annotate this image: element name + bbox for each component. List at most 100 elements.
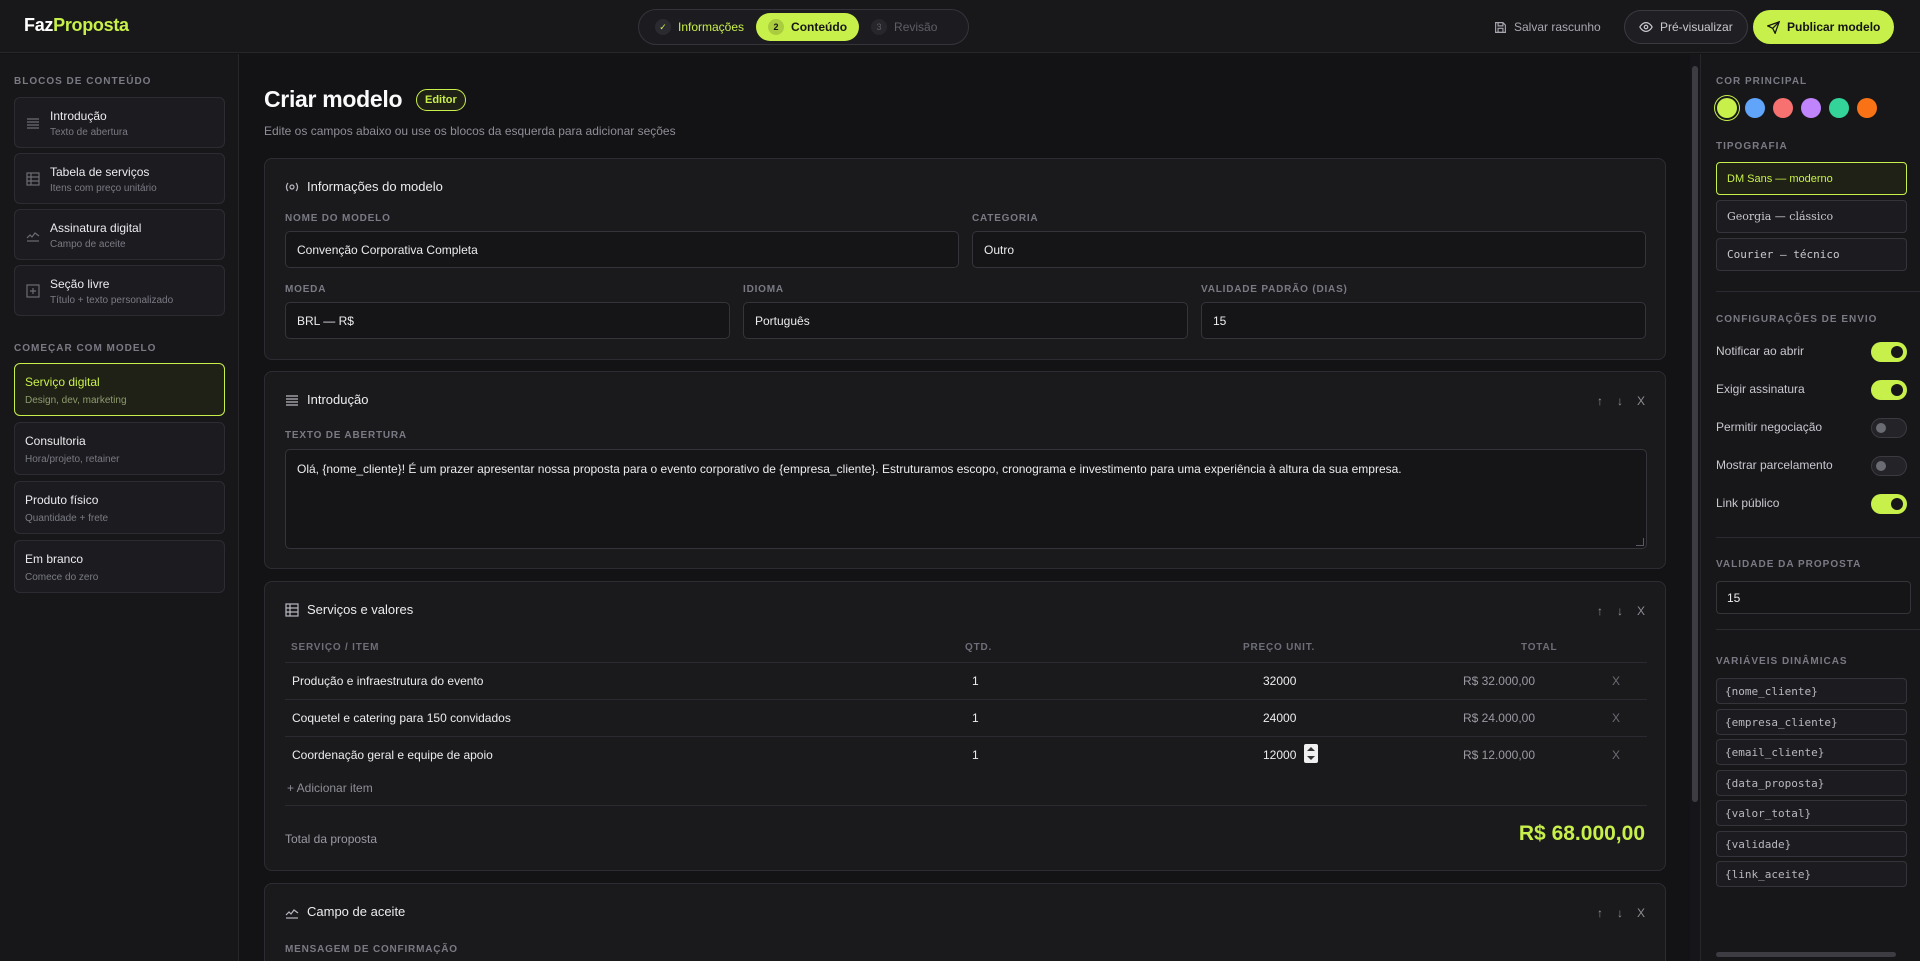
table-row: Coquetel e catering para 150 convidados … xyxy=(285,699,1647,736)
show-installments-toggle[interactable] xyxy=(1871,456,1907,476)
publish-button[interactable]: Publicar modelo xyxy=(1753,10,1895,44)
block-introducao[interactable]: Introdução Texto de abertura xyxy=(14,97,225,148)
move-down-button[interactable]: ↓ xyxy=(1617,394,1623,408)
row-total: R$ 12.000,00 xyxy=(1462,748,1535,762)
move-down-button[interactable]: ↓ xyxy=(1617,906,1623,920)
lines-icon xyxy=(285,393,299,407)
color-swatch-red[interactable] xyxy=(1773,98,1793,118)
remove-row-button[interactable]: X xyxy=(1612,711,1620,725)
language-select[interactable]: Português xyxy=(743,302,1188,339)
block-secao-livre[interactable]: Seção livre Título + texto personalizado xyxy=(14,265,225,316)
services-panel-header: Serviços e valores xyxy=(285,602,413,617)
font-option-dm-sans[interactable]: DM Sans — moderno xyxy=(1716,162,1907,195)
move-up-button[interactable]: ↑ xyxy=(1597,604,1603,618)
color-swatch-blue[interactable] xyxy=(1745,98,1765,118)
template-subtitle: Hora/projeto, retainer xyxy=(25,454,120,465)
proposal-validity-input[interactable]: 15 xyxy=(1716,581,1911,614)
remove-row-button[interactable]: X xyxy=(1612,748,1620,762)
preview-button[interactable]: Pré-visualizar xyxy=(1624,10,1748,44)
language-label: IDIOMA xyxy=(743,284,784,295)
opening-text-textarea[interactable]: Olá, {nome_cliente}! É um prazer apresen… xyxy=(285,449,1647,549)
unit-price-input[interactable]: 24000 xyxy=(1263,711,1296,725)
template-produto-fisico[interactable]: Produto físico Quantidade + frete xyxy=(14,481,225,534)
variable-chip[interactable]: {data_proposta} xyxy=(1716,770,1907,796)
unit-price-input[interactable]: 32000 xyxy=(1263,674,1296,688)
top-bar: FazProposta ✓ Informações 2 Conteúdo 3 R… xyxy=(0,0,1920,53)
move-up-button[interactable]: ↑ xyxy=(1597,394,1603,408)
services-panel-controls: ↑ ↓ X xyxy=(1597,604,1645,618)
variable-chip[interactable]: {nome_cliente} xyxy=(1716,678,1907,704)
remove-section-button[interactable]: X xyxy=(1637,906,1645,920)
unit-price-input[interactable]: 12000 xyxy=(1263,748,1296,762)
qty-input[interactable]: 1 xyxy=(972,674,979,688)
step-revisao[interactable]: 3 Revisão xyxy=(859,13,949,41)
move-down-button[interactable]: ↓ xyxy=(1617,604,1623,618)
number-spinner[interactable] xyxy=(1304,744,1318,763)
qty-input[interactable]: 1 xyxy=(972,711,979,725)
variable-chip[interactable]: {validade} xyxy=(1716,831,1907,857)
toggle-row-installments: Mostrar parcelamento xyxy=(1716,454,1907,476)
step-label: Conteúdo xyxy=(791,20,848,34)
color-swatch-lime[interactable] xyxy=(1717,98,1737,118)
category-select[interactable]: Outro xyxy=(972,231,1646,268)
move-up-button[interactable]: ↑ xyxy=(1597,906,1603,920)
remove-section-button[interactable]: X xyxy=(1637,394,1645,408)
variable-chip[interactable]: {link_aceite} xyxy=(1716,861,1907,887)
block-tabela-servicos[interactable]: Tabela de serviços Itens com preço unitá… xyxy=(14,153,225,204)
accept-panel-title: Campo de aceite xyxy=(307,904,406,919)
qty-input[interactable]: 1 xyxy=(972,748,979,762)
remove-row-button[interactable]: X xyxy=(1612,674,1620,688)
color-swatch-green[interactable] xyxy=(1829,98,1849,118)
send-settings-heading: CONFIGURAÇÕES DE ENVIO xyxy=(1716,314,1878,325)
color-heading: COR PRINCIPAL xyxy=(1716,76,1808,87)
font-option-courier[interactable]: Courier — técnico xyxy=(1716,238,1907,271)
add-item-button[interactable]: + Adicionar item xyxy=(287,781,373,795)
variable-chip[interactable]: {valor_total} xyxy=(1716,800,1907,826)
check-icon: ✓ xyxy=(655,19,671,35)
save-draft-button[interactable]: Salvar rascunho xyxy=(1484,10,1611,44)
divider xyxy=(1716,537,1920,538)
model-name-input[interactable]: Convenção Corporativa Completa xyxy=(285,231,959,268)
toggle-label: Notificar ao abrir xyxy=(1716,344,1805,358)
table-row: Produção e infraestrutura do evento 1 32… xyxy=(285,662,1647,699)
step-informacoes[interactable]: ✓ Informações xyxy=(643,13,756,41)
main-scrollbar[interactable] xyxy=(1690,54,1700,961)
require-signature-toggle[interactable] xyxy=(1871,380,1907,400)
signature-icon xyxy=(285,905,299,919)
allow-negotiation-toggle[interactable] xyxy=(1871,418,1907,438)
template-servico-digital[interactable]: Serviço digital Design, dev, marketing xyxy=(14,363,225,416)
color-swatch-orange[interactable] xyxy=(1857,98,1877,118)
column-header-unit-price: PREÇO UNIT. xyxy=(1243,642,1316,653)
accept-panel-header: Campo de aceite xyxy=(285,904,405,919)
app-logo[interactable]: FazProposta xyxy=(24,15,129,36)
proposal-total-value: R$ 68.000,00 xyxy=(1518,822,1645,845)
default-validity-input[interactable]: 15 xyxy=(1201,302,1646,339)
variable-chip[interactable]: {email_cliente} xyxy=(1716,739,1907,765)
template-em-branco[interactable]: Em branco Comece do zero xyxy=(14,540,225,593)
horizontal-scrollbar[interactable] xyxy=(1716,952,1896,957)
services-panel-title: Serviços e valores xyxy=(307,602,414,617)
variable-chip[interactable]: {empresa_cliente} xyxy=(1716,709,1907,735)
model-name-label: NOME DO MODELO xyxy=(285,213,391,224)
block-assinatura[interactable]: Assinatura digital Campo de aceite xyxy=(14,209,225,260)
item-name-input[interactable]: Produção e infraestrutura do evento xyxy=(292,674,483,688)
font-option-georgia[interactable]: Georgia — clássico xyxy=(1716,200,1907,233)
notify-on-open-toggle[interactable] xyxy=(1871,342,1907,362)
currency-select[interactable]: BRL — R$ xyxy=(285,302,730,339)
item-name-input[interactable]: Coquetel e catering para 150 convidados xyxy=(292,711,511,725)
template-consultoria[interactable]: Consultoria Hora/projeto, retainer xyxy=(14,422,225,475)
column-header-item: SERVIÇO / ITEM xyxy=(291,642,380,653)
block-title: Introdução xyxy=(50,109,107,123)
toggle-label: Permitir negociação xyxy=(1716,420,1823,434)
toggle-row-negotiation: Permitir negociação xyxy=(1716,416,1907,438)
color-swatch-purple[interactable] xyxy=(1801,98,1821,118)
item-name-input[interactable]: Coordenação geral e equipe de apoio xyxy=(292,748,493,762)
template-subtitle: Quantidade + frete xyxy=(25,513,109,524)
remove-section-button[interactable]: X xyxy=(1637,604,1645,618)
blocks-heading: BLOCOS DE CONTEÚDO xyxy=(14,76,152,87)
toggle-row-signature: Exigir assinatura xyxy=(1716,378,1907,400)
resize-handle[interactable] xyxy=(1636,538,1644,546)
public-link-toggle[interactable] xyxy=(1871,494,1907,514)
step-conteudo[interactable]: 2 Conteúdo xyxy=(756,13,860,41)
scrollbar-thumb[interactable] xyxy=(1692,66,1698,802)
